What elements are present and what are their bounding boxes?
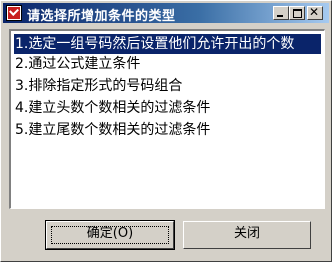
minimize-icon: [277, 15, 283, 17]
close-button[interactable]: 关闭: [183, 221, 311, 249]
title-bar[interactable]: 请选择所增加条件的类型 ✕: [3, 3, 329, 24]
maximize-icon: [293, 9, 302, 18]
dialog-window: 请选择所增加条件的类型 ✕ 1.选定一组号码然后设置他们允许开出的个数 2.通过…: [0, 0, 332, 262]
ok-button[interactable]: 确定(O): [45, 220, 175, 250]
list-item[interactable]: 5.建立尾数个数相关的过滤条件: [14, 120, 210, 140]
close-window-button[interactable]: ✕: [307, 5, 323, 20]
list-item[interactable]: 2.通过公式建立条件: [14, 54, 140, 74]
maximize-button[interactable]: [289, 6, 305, 20]
list-item[interactable]: 3.排除指定形式的号码组合: [14, 76, 182, 96]
close-button-label: 关闭: [233, 226, 260, 241]
list-item[interactable]: 1.选定一组号码然后设置他们允许开出的个数: [14, 34, 321, 54]
condition-type-list[interactable]: 1.选定一组号码然后设置他们允许开出的个数 2.通过公式建立条件 3.排除指定形…: [9, 29, 325, 209]
focus-rect: [51, 226, 169, 244]
app-icon[interactable]: [6, 5, 22, 21]
list-item[interactable]: 4.建立头数个数相关的过滤条件: [14, 98, 210, 118]
minimize-button[interactable]: [273, 6, 289, 20]
close-icon: ✕: [309, 5, 320, 19]
window-title: 请选择所增加条件的类型: [27, 9, 176, 24]
